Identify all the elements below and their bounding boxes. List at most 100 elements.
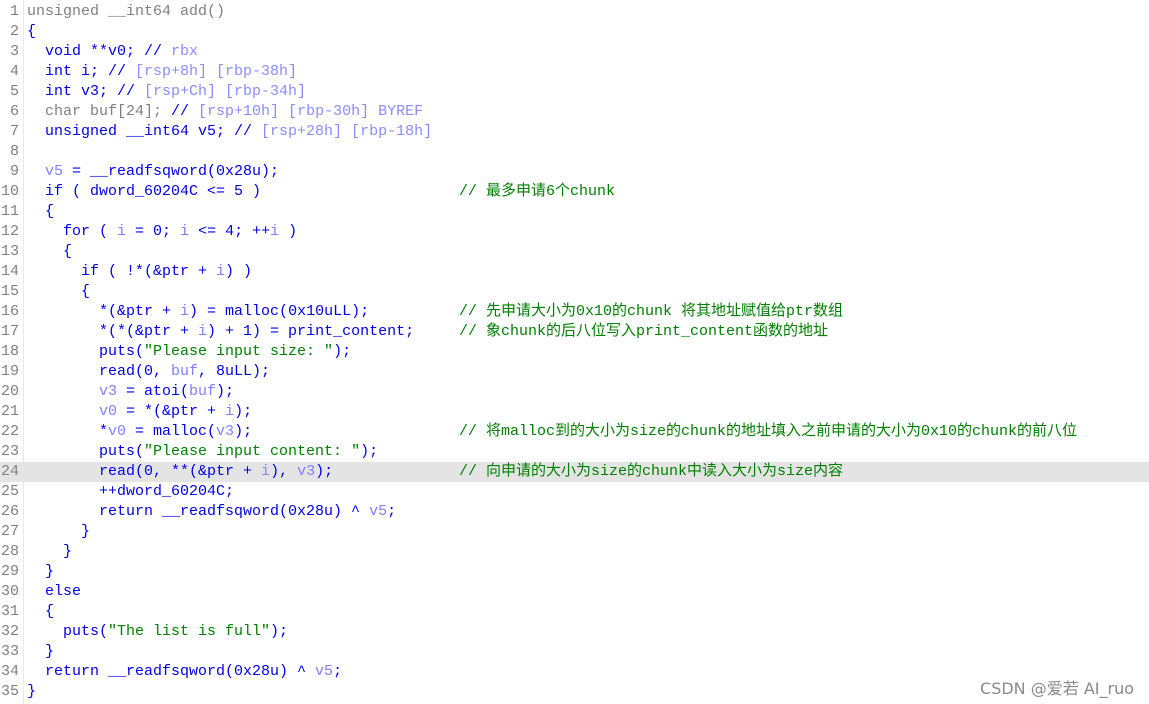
line-number: 13 xyxy=(0,243,19,260)
code-line[interactable]: 33 } xyxy=(0,642,1149,662)
code-token: { xyxy=(27,203,55,220)
code-text: read(0, **(&ptr + i), v3); xyxy=(27,462,333,482)
code-text: puts("Please input content: "); xyxy=(27,442,378,462)
code-token: puts( xyxy=(27,443,145,460)
code-token: i xyxy=(225,403,235,420)
code-token: ); xyxy=(270,623,289,640)
code-comment: // 向申请的大小为size的chunk中读入大小为size内容 xyxy=(459,463,844,480)
code-token: ); xyxy=(315,463,334,480)
line-number: 16 xyxy=(0,303,19,320)
line-number: 20 xyxy=(0,383,19,400)
code-line[interactable]: 3 void **v0; // rbx xyxy=(0,42,1149,62)
code-line[interactable]: 1 unsigned __int64 add() xyxy=(0,2,1149,22)
code-text: puts("Please input size: "); xyxy=(27,342,351,362)
code-token: i xyxy=(270,223,280,240)
code-line[interactable]: 11 { xyxy=(0,202,1149,222)
line-number: 12 xyxy=(0,223,19,240)
code-line[interactable]: 32 puts("The list is full"); xyxy=(0,622,1149,642)
code-text: v3 = atoi(buf); xyxy=(27,382,234,402)
code-token: *(&ptr + xyxy=(27,303,181,320)
code-line[interactable]: 22 *v0 = malloc(v3); // 将malloc到的大小为size的… xyxy=(0,422,1149,442)
code-line[interactable]: 7 unsigned __int64 v5; // [rsp+28h] [rbp… xyxy=(0,122,1149,142)
code-token: return __readfsqword(0x28u) ^ xyxy=(27,503,370,520)
code-line[interactable]: 30 else xyxy=(0,582,1149,602)
code-line[interactable]: 34 return __readfsqword(0x28u) ^ v5; xyxy=(0,662,1149,682)
code-line[interactable]: 13 { xyxy=(0,242,1149,262)
line-number: 28 xyxy=(0,543,19,560)
code-line[interactable]: 29 } xyxy=(0,562,1149,582)
code-text: } xyxy=(27,562,54,582)
code-line[interactable]: 10 if ( dword_60204C <= 5 ) // 最多申请6个chun… xyxy=(0,182,1149,202)
code-token: v0 xyxy=(27,403,118,420)
code-text: else xyxy=(27,582,81,602)
code-text: return __readfsqword(0x28u) ^ v5; xyxy=(27,662,342,682)
code-line[interactable]: 16 *(&ptr + i) = malloc(0x10uLL); // 先申请大… xyxy=(0,302,1149,322)
code-token: if ( dword_60204C <= 5 ) xyxy=(27,183,262,200)
code-line[interactable]: 23 puts("Please input content: "); xyxy=(0,442,1149,462)
code-line[interactable]: 5 int v3; // [rsp+Ch] [rbp-34h] xyxy=(0,82,1149,102)
line-number: 35 xyxy=(0,683,19,700)
code-token: [rsp+28h] [rbp-18h] xyxy=(261,123,433,140)
code-line[interactable]: 9 v5 = __readfsqword(0x28u); xyxy=(0,162,1149,182)
code-token: = atoi( xyxy=(117,383,190,400)
code-line[interactable]: 12 for ( i = 0; i <= 4; ++i ) xyxy=(0,222,1149,242)
code-token: = 0; xyxy=(126,223,181,240)
code-line[interactable]: 6 char buf[24]; // [rsp+10h] [rbp-30h] B… xyxy=(0,102,1149,122)
code-text: { xyxy=(27,202,54,222)
code-line[interactable]: 4 int i; // [rsp+8h] [rbp-38h] xyxy=(0,62,1149,82)
line-number: 5 xyxy=(9,83,19,100)
code-token: } xyxy=(27,683,37,700)
code-line[interactable]: 17 *(*(&ptr + i) + 1) = print_content; //… xyxy=(0,322,1149,342)
code-comment: // 最多申请6个chunk xyxy=(459,183,616,200)
code-token: i xyxy=(117,223,127,240)
code-text: void **v0; // rbx xyxy=(27,42,198,62)
line-number: 24 xyxy=(0,463,19,480)
code-comment: // 象chunk的后八位写入print_content函数的地址 xyxy=(459,323,829,340)
code-line[interactable]: 24 read(0, **(&ptr + i), v3); // 向申请的大小为s… xyxy=(0,462,1149,482)
line-number: 15 xyxy=(0,283,19,300)
code-line[interactable]: 19 read(0, buf, 8uLL); xyxy=(0,362,1149,382)
code-line[interactable]: 21 v0 = *(&ptr + i); xyxy=(0,402,1149,422)
code-line[interactable]: 28 } xyxy=(0,542,1149,562)
code-token: } xyxy=(27,523,91,540)
code-text: int i; // [rsp+8h] [rbp-38h] xyxy=(27,62,297,82)
code-line[interactable]: 26 return __readfsqword(0x28u) ^ v5; xyxy=(0,502,1149,522)
code-text: return __readfsqword(0x28u) ^ v5; xyxy=(27,502,396,522)
code-token: i xyxy=(180,223,190,240)
line-number: 31 xyxy=(0,603,19,620)
code-line[interactable]: 20 v3 = atoi(buf); xyxy=(0,382,1149,402)
code-line[interactable]: 25 ++dword_60204C; xyxy=(0,482,1149,502)
line-number: 11 xyxy=(0,203,19,220)
code-line[interactable]: 27 } xyxy=(0,522,1149,542)
line-number: 27 xyxy=(0,523,19,540)
line-number: 7 xyxy=(9,123,19,140)
code-line[interactable]: 8 xyxy=(0,142,1149,162)
code-token: ); xyxy=(360,443,379,460)
line-number: 4 xyxy=(9,63,19,80)
code-text: unsigned __int64 add() xyxy=(27,2,225,22)
code-text: v0 = *(&ptr + i); xyxy=(27,402,252,422)
code-token: } xyxy=(27,643,55,660)
code-token: unsigned __int64 add() xyxy=(27,3,226,20)
code-text: { xyxy=(27,22,36,42)
code-token: <= 4; ++ xyxy=(189,223,271,240)
code-line[interactable]: 14 if ( !*(&ptr + i) ) xyxy=(0,262,1149,282)
code-line[interactable]: 35} xyxy=(0,682,1149,702)
code-token: [rsp+Ch] [rbp-34h] xyxy=(144,83,307,100)
code-token: ++dword_60204C; xyxy=(27,483,235,500)
code-token: ; xyxy=(333,663,343,680)
code-text: { xyxy=(27,242,72,262)
code-comment: // 先申请大小为0x10的chunk 将其地址赋值给ptr数组 xyxy=(459,303,844,320)
line-number: 14 xyxy=(0,263,19,280)
code-line[interactable]: 18 puts("Please input size: "); xyxy=(0,342,1149,362)
code-line[interactable]: 15 { xyxy=(0,282,1149,302)
code-text: *v0 = malloc(v3); xyxy=(27,422,252,442)
code-token: for ( xyxy=(27,223,118,240)
code-token: v3 xyxy=(27,383,118,400)
code-text: if ( !*(&ptr + i) ) xyxy=(27,262,252,282)
code-line[interactable]: 2{ xyxy=(0,22,1149,42)
code-text: *(*(&ptr + i) + 1) = print_content; xyxy=(27,322,414,342)
code-line[interactable]: 31 { xyxy=(0,602,1149,622)
pseudocode-view[interactable]: 1 unsigned __int64 add() 2{3 void **v0; //… xyxy=(0,2,1149,702)
code-comment: // 将malloc到的大小为size的chunk的地址填入之前申请的大小为0x… xyxy=(459,423,1078,440)
